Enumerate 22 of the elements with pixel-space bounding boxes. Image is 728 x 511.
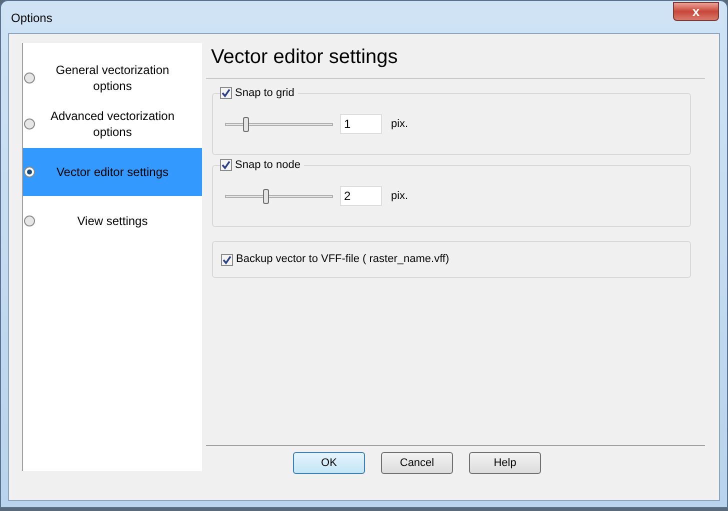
number-input[interactable]: 2	[340, 186, 382, 206]
slider-thumb[interactable]	[243, 116, 249, 132]
unit-label: pix.	[391, 116, 408, 132]
checkbox-label[interactable]: Backup vector to VFF-file ( raster_name.vff)	[236, 251, 450, 268]
dialog-button[interactable]: Help	[469, 452, 541, 474]
radio-button[interactable]	[24, 216, 35, 226]
dialog-button[interactable]: OK	[293, 452, 365, 474]
unit-label: pix.	[391, 188, 408, 204]
window-title: Options	[11, 10, 52, 27]
sidebar-item[interactable]: Vector editor settings	[23, 148, 202, 196]
number-input[interactable]: 1	[340, 114, 382, 134]
checkbox-label[interactable]: Snap to node	[235, 157, 300, 174]
radio-button[interactable]	[24, 166, 35, 178]
checkbox[interactable]	[220, 159, 232, 172]
checkbox[interactable]	[221, 254, 233, 266]
radio-button[interactable]	[24, 72, 35, 83]
slider-thumb[interactable]	[263, 188, 269, 204]
dialog-button[interactable]: Cancel	[381, 452, 453, 474]
panel-heading: Vector editor settings	[211, 45, 398, 70]
checkbox[interactable]	[220, 87, 232, 100]
close-button[interactable]: x	[673, 2, 719, 21]
radio-button[interactable]	[24, 118, 35, 130]
